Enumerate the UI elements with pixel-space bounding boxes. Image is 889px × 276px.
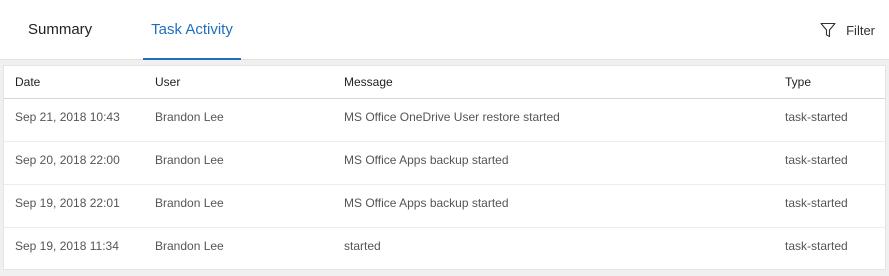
table-row[interactable]: Sep 21, 2018 10:43 Brandon Lee MS Office… [4, 99, 885, 142]
tab-task-activity[interactable]: Task Activity [143, 0, 241, 60]
cell-message: started [344, 239, 381, 253]
cell-type: task-started [785, 110, 848, 124]
table-row[interactable]: Sep 20, 2018 22:00 Brandon Lee MS Office… [4, 142, 885, 185]
cell-date: Sep 19, 2018 22:01 [15, 196, 120, 210]
cell-user: Brandon Lee [155, 153, 224, 167]
cell-message: MS Office Apps backup started [344, 153, 509, 167]
cell-user: Brandon Lee [155, 110, 224, 124]
cell-message: MS Office Apps backup started [344, 196, 509, 210]
cell-type: task-started [785, 196, 848, 210]
column-header-user[interactable]: User [155, 66, 180, 98]
cell-message: MS Office OneDrive User restore started [344, 110, 560, 124]
active-tab-indicator [143, 58, 241, 60]
tab-task-activity-label: Task Activity [151, 21, 233, 38]
column-header-date[interactable]: Date [15, 66, 40, 98]
filter-icon [820, 22, 836, 38]
column-header-type[interactable]: Type [785, 66, 811, 98]
cell-user: Brandon Lee [155, 196, 224, 210]
table-row[interactable]: Sep 19, 2018 22:01 Brandon Lee MS Office… [4, 185, 885, 228]
tab-summary[interactable]: Summary [28, 0, 92, 60]
cell-date: Sep 20, 2018 22:00 [15, 153, 120, 167]
cell-date: Sep 21, 2018 10:43 [15, 110, 120, 124]
column-header-message[interactable]: Message [344, 66, 393, 98]
tab-summary-label: Summary [28, 21, 93, 38]
cell-type: task-started [785, 239, 848, 253]
filter-button[interactable]: Filter [820, 0, 875, 60]
table-header: Date User Message Type [4, 66, 885, 99]
tab-bar: Summary Task Activity Filter [0, 0, 889, 60]
task-activity-table: Date User Message Type Sep 21, 2018 10:4… [3, 65, 886, 270]
cell-type: task-started [785, 153, 848, 167]
filter-label: Filter [846, 22, 875, 38]
table-row[interactable]: Sep 19, 2018 11:34 Brandon Lee started t… [4, 228, 885, 271]
cell-user: Brandon Lee [155, 239, 224, 253]
cell-date: Sep 19, 2018 11:34 [15, 239, 119, 253]
